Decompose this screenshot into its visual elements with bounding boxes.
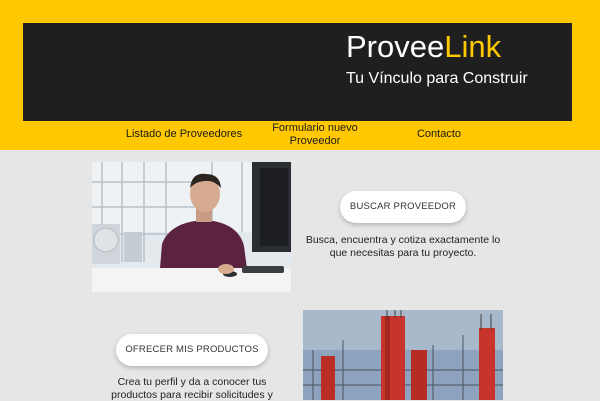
nav-link-listado-proveedores[interactable]: Listado de Proveedores (118, 128, 250, 141)
nav-link-contacto[interactable]: Contacto (398, 128, 480, 141)
site-tagline: Tu Vínculo para Construir (346, 70, 528, 87)
ofrecer-description: Crea tu perfil y da a conocer tus produc… (111, 376, 273, 401)
logo-primary: Provee (346, 29, 445, 64)
logo-accent: Link (444, 29, 502, 64)
nav-link-formulario-proveedor[interactable]: Formulario nuevo Proveedor (263, 122, 367, 148)
site-logo[interactable]: ProveeLink (346, 27, 501, 67)
buscar-proveedor-button[interactable]: BUSCAR PROVEEDOR (340, 191, 466, 223)
buscar-description: Busca, encuentra y cotiza exactamente lo… (305, 234, 501, 259)
ofrecer-productos-button[interactable]: OFRECER MIS PRODUCTOS (116, 334, 268, 366)
header-banner: ProveeLink Tu Vínculo para Construir (23, 23, 572, 121)
construction-site-photo (303, 310, 503, 400)
office-worker-photo (92, 162, 291, 292)
